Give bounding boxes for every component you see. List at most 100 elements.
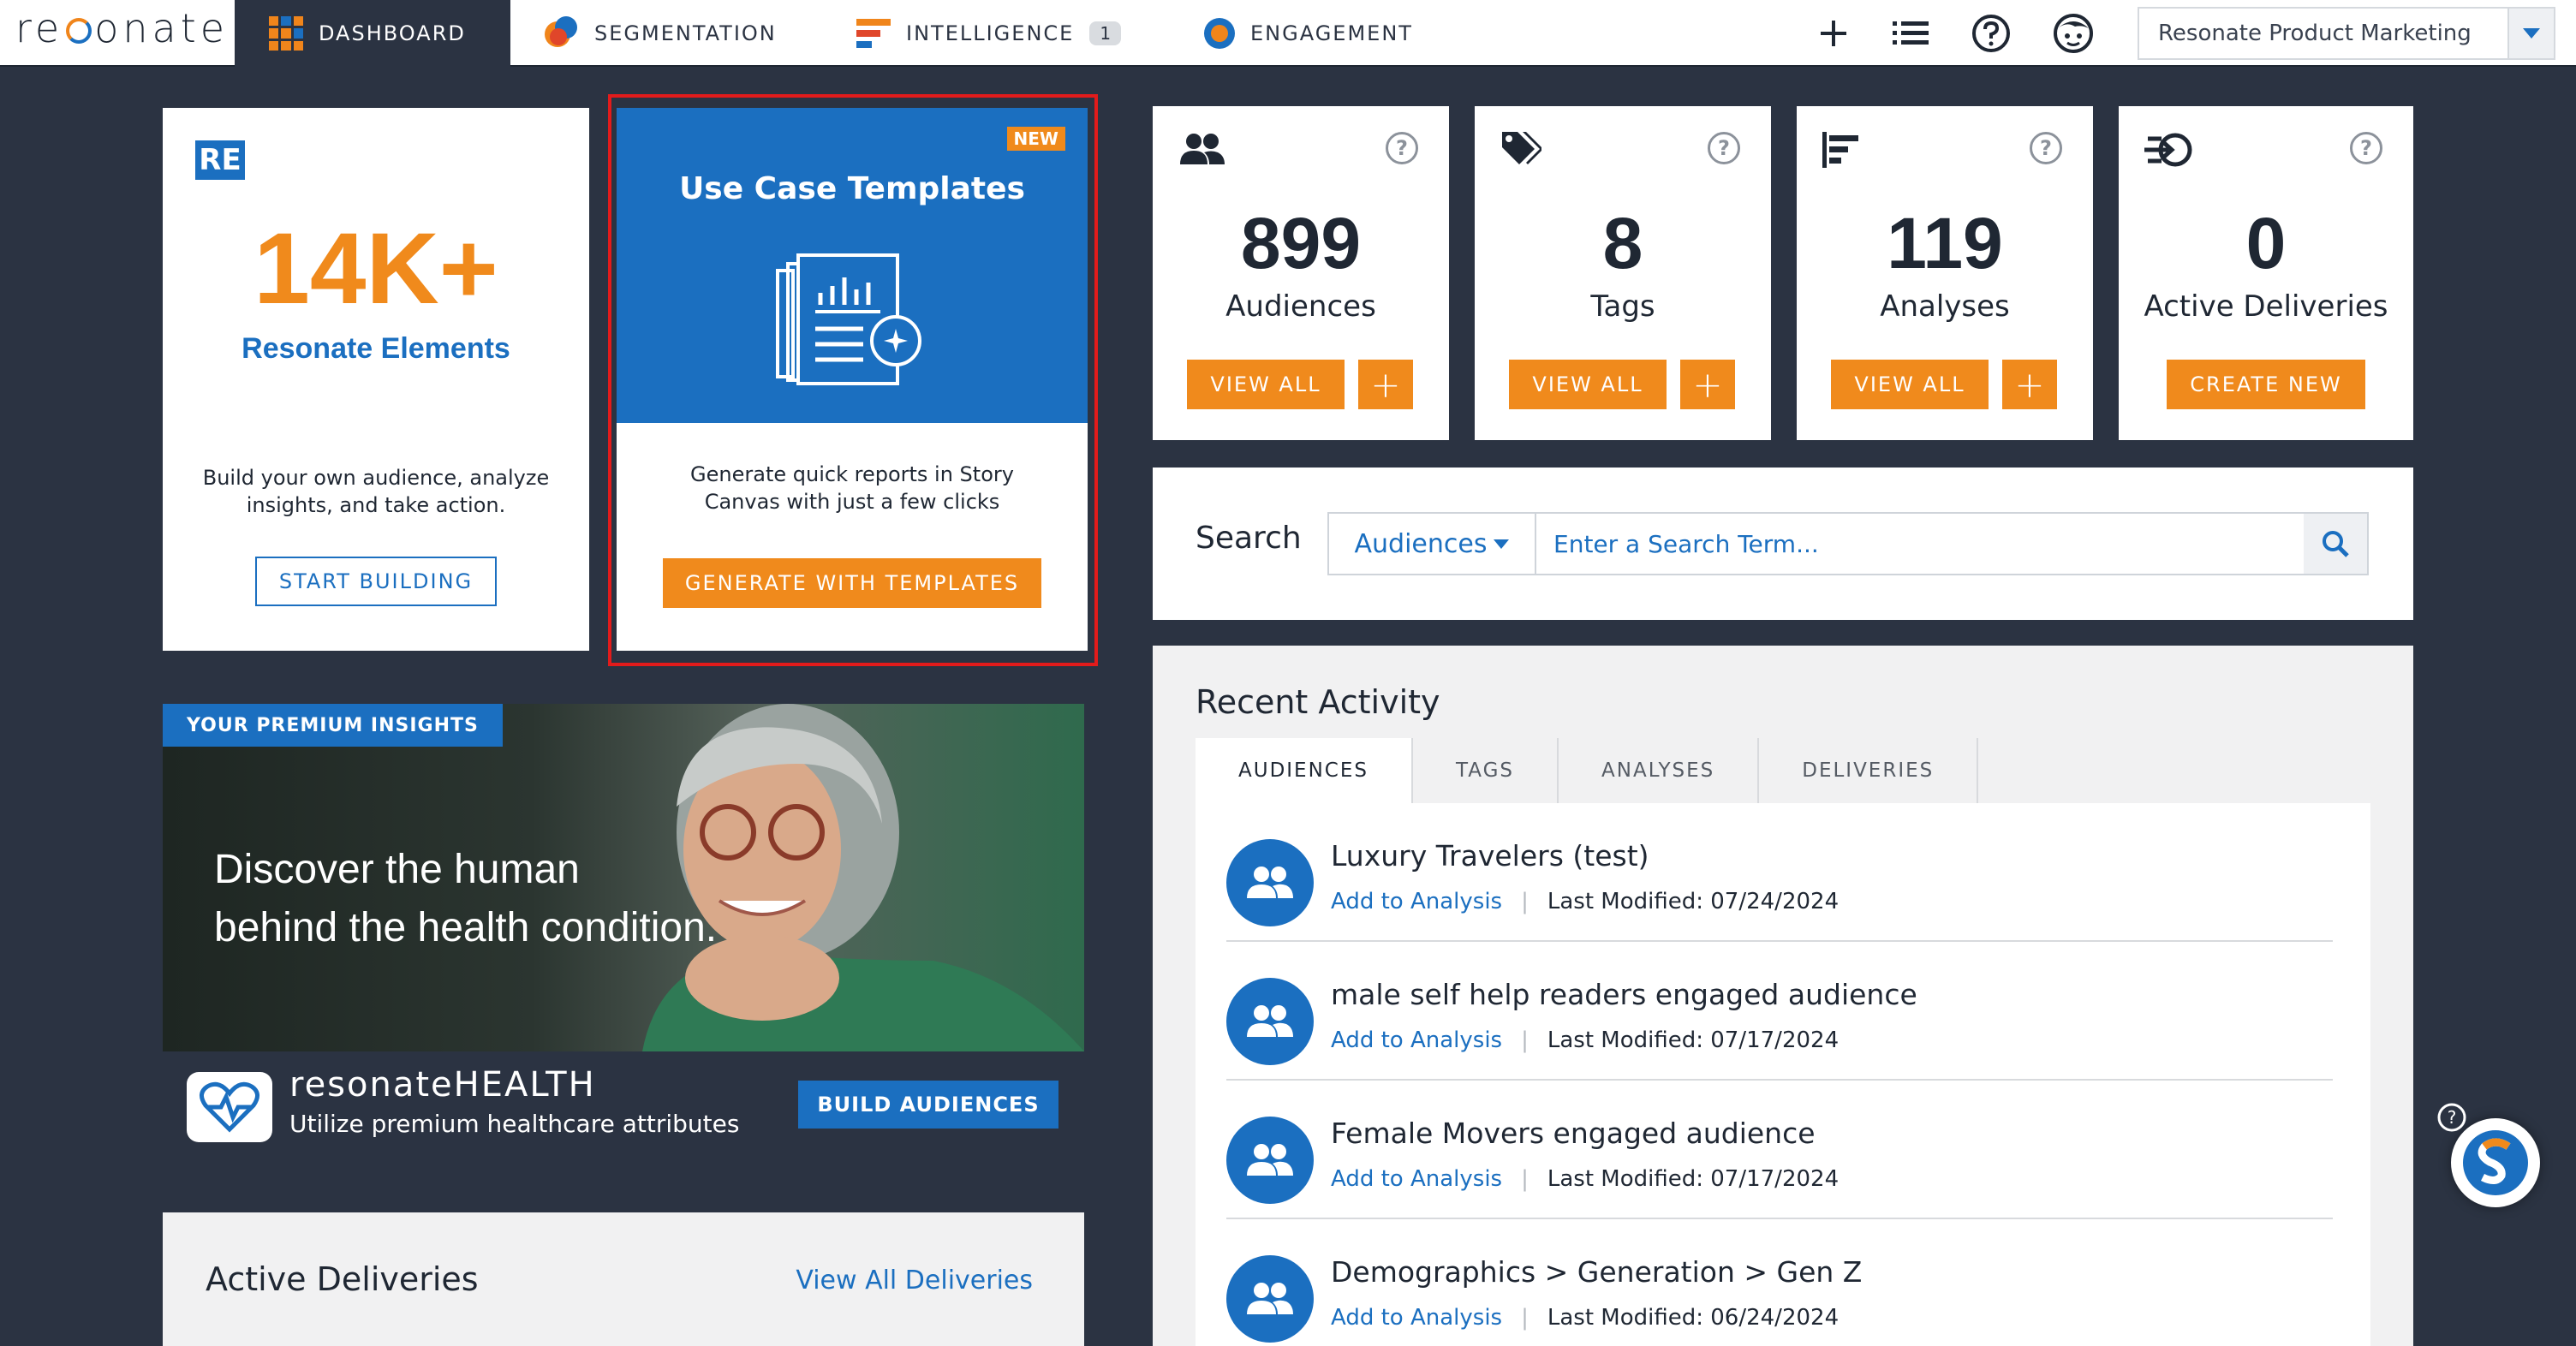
analyses-label: Analyses xyxy=(1880,289,2010,324)
recent-activity-tabs: AUDIENCES TAGS ANALYSES DELIVERIES xyxy=(1196,738,1979,803)
build-audiences-button[interactable]: BUILD AUDIENCES xyxy=(798,1081,1058,1129)
audience-meta: Add to Analysis | Last Modified: 07/24/202… xyxy=(1331,889,1840,914)
segmentation-icon xyxy=(545,16,579,51)
resonate-health-brand: resonateHEALTH xyxy=(289,1065,596,1105)
audience-name[interactable]: male self help readers engaged audience xyxy=(1331,978,1917,1011)
add-audience-button[interactable]: + xyxy=(1358,360,1413,409)
intelligence-icon xyxy=(856,16,891,51)
people-icon xyxy=(1247,1283,1293,1314)
tab-tags[interactable]: TAGS xyxy=(1413,738,1559,803)
audience-name[interactable]: Luxury Travelers (test) xyxy=(1331,839,1649,873)
recent-activity-title: Recent Activity xyxy=(1196,683,1440,721)
tags-icon xyxy=(1500,130,1543,171)
stat-card-tags: ? 8 Tags VIEW ALL + xyxy=(1475,106,1771,440)
help-icon[interactable]: ? xyxy=(1708,132,1740,164)
highlight-frame xyxy=(608,94,1098,666)
deliveries-icon xyxy=(2144,132,2194,171)
list-item[interactable]: male self help readers engaged audience … xyxy=(1226,942,2333,1081)
plus-icon[interactable] xyxy=(1812,12,1855,55)
people-icon xyxy=(1178,132,1226,171)
list-icon[interactable] xyxy=(1889,12,1932,55)
add-to-analysis-link[interactable]: Add to Analysis xyxy=(1331,889,1502,914)
elements-number: 14K+ xyxy=(253,212,498,325)
create-delivery-button[interactable]: CREATE NEW xyxy=(2167,360,2365,409)
user-face-icon[interactable] xyxy=(2052,12,2095,55)
audience-avatar xyxy=(1226,839,1314,926)
view-all-analyses-button[interactable]: VIEW ALL xyxy=(1831,360,1989,409)
audience-name[interactable]: Female Movers engaged audience xyxy=(1331,1117,1816,1150)
tags-label: Tags xyxy=(1590,289,1655,324)
audience-meta: Add to Analysis | Last Modified: 07/17/202… xyxy=(1331,1166,1840,1192)
tab-analyses[interactable]: ANALYSES xyxy=(1559,738,1760,803)
people-icon xyxy=(1247,1144,1293,1176)
tab-engagement[interactable]: ENGAGEMENT xyxy=(1170,0,1447,67)
chevron-down-icon xyxy=(1494,539,1510,549)
add-tag-button[interactable]: + xyxy=(1680,360,1735,409)
svg-text:?: ? xyxy=(2448,1107,2457,1128)
assistant-button[interactable]: ? xyxy=(2437,1103,2540,1207)
help-icon[interactable]: ? xyxy=(2350,132,2382,164)
tab-dashboard-label: DASHBOARD xyxy=(319,21,466,45)
search-card: Search Audiences xyxy=(1153,468,2413,620)
start-building-button[interactable]: START BUILDING xyxy=(255,557,497,606)
audience-avatar xyxy=(1226,1255,1314,1343)
search-box: Audiences xyxy=(1327,512,2369,575)
search-button[interactable] xyxy=(2304,514,2367,574)
deliveries-label: Active Deliveries xyxy=(2144,289,2388,324)
view-all-tags-button[interactable]: VIEW ALL xyxy=(1509,360,1667,409)
search-category-dropdown[interactable]: Audiences xyxy=(1329,514,1536,574)
last-modified: Last Modified: 07/17/2024 xyxy=(1547,1027,1840,1053)
recent-activity-list: Luxury Travelers (test) Add to Analysis |… xyxy=(1196,803,2370,1346)
account-name: Resonate Product Marketing xyxy=(2158,21,2472,46)
audience-meta: Add to Analysis | Last Modified: 07/17/202… xyxy=(1331,1027,1840,1053)
account-selector[interactable]: Resonate Product Marketing xyxy=(2138,7,2555,60)
tab-intelligence-label: INTELLIGENCE xyxy=(906,21,1075,45)
elements-description: Build your own audience, analyze insight… xyxy=(202,466,550,517)
search-category-label: Audiences xyxy=(1354,528,1488,559)
active-deliveries-title: Active Deliveries xyxy=(206,1260,479,1298)
list-item[interactable]: Demographics > Generation > Gen Z Add to… xyxy=(1226,1219,2333,1346)
engagement-icon xyxy=(1204,18,1235,49)
tab-intelligence[interactable]: INTELLIGENCE 1 xyxy=(822,0,1155,67)
promo-headline-line-1: Discover the human xyxy=(214,847,580,892)
help-icon[interactable]: ? xyxy=(1386,132,1418,164)
top-navigation: re onate DASHBOARD SEGMENTATION INTELLIGE… xyxy=(0,0,2576,67)
list-item[interactable]: Luxury Travelers (test) Add to Analysis |… xyxy=(1226,803,2333,942)
audiences-label: Audiences xyxy=(1225,289,1376,324)
audience-name[interactable]: Demographics > Generation > Gen Z xyxy=(1331,1255,1862,1289)
tags-count: 8 xyxy=(1602,203,1643,283)
add-to-analysis-link[interactable]: Add to Analysis xyxy=(1331,1166,1502,1192)
help-icon[interactable]: ? xyxy=(2437,1103,2466,1132)
help-icon[interactable] xyxy=(1970,12,2012,55)
assistant-logo-icon xyxy=(2463,1130,2528,1195)
tab-dashboard[interactable]: DASHBOARD xyxy=(235,0,510,67)
add-analysis-button[interactable]: + xyxy=(2002,360,2057,409)
view-all-deliveries-link[interactable]: View All Deliveries xyxy=(796,1266,1033,1295)
search-input[interactable] xyxy=(1536,514,2304,574)
tab-segmentation[interactable]: SEGMENTATION xyxy=(510,0,811,67)
elements-title: Resonate Elements xyxy=(242,332,510,365)
audience-meta: Add to Analysis | Last Modified: 06/24/202… xyxy=(1331,1305,1840,1331)
resonate-logo[interactable]: re onate xyxy=(15,5,229,51)
premium-insights-banner[interactable]: YOUR PREMIUM INSIGHTS Discover the human… xyxy=(163,704,1084,1159)
chevron-down-icon[interactable] xyxy=(2507,9,2554,58)
add-to-analysis-link[interactable]: Add to Analysis xyxy=(1331,1027,1502,1053)
promo-headline-line-2: behind the health condition. xyxy=(214,905,718,950)
tab-engagement-label: ENGAGEMENT xyxy=(1250,21,1413,45)
heart-monitor-icon xyxy=(187,1072,272,1142)
add-to-analysis-link[interactable]: Add to Analysis xyxy=(1331,1305,1502,1331)
last-modified: Last Modified: 06/24/2024 xyxy=(1547,1305,1840,1331)
tab-deliveries[interactable]: DELIVERIES xyxy=(1759,738,1979,803)
audience-avatar xyxy=(1226,1117,1314,1204)
tab-segmentation-label: SEGMENTATION xyxy=(594,21,777,45)
help-icon[interactable]: ? xyxy=(2030,132,2062,164)
active-deliveries-panel: Active Deliveries View All Deliveries xyxy=(163,1212,1084,1346)
tab-audiences[interactable]: AUDIENCES xyxy=(1196,738,1413,803)
resonate-health-subtitle: Utilize premium healthcare attributes xyxy=(289,1110,740,1138)
elements-card: RE 14K+ Resonate Elements Build your own… xyxy=(163,108,589,651)
list-item[interactable]: Female Movers engaged audience Add to An… xyxy=(1226,1081,2333,1219)
view-all-audiences-button[interactable]: VIEW ALL xyxy=(1187,360,1345,409)
dashboard-grid-icon xyxy=(269,16,303,51)
recent-activity-panel: Recent Activity AUDIENCES TAGS ANALYSES … xyxy=(1153,646,2413,1346)
notification-badge: 1 xyxy=(1089,21,1122,45)
